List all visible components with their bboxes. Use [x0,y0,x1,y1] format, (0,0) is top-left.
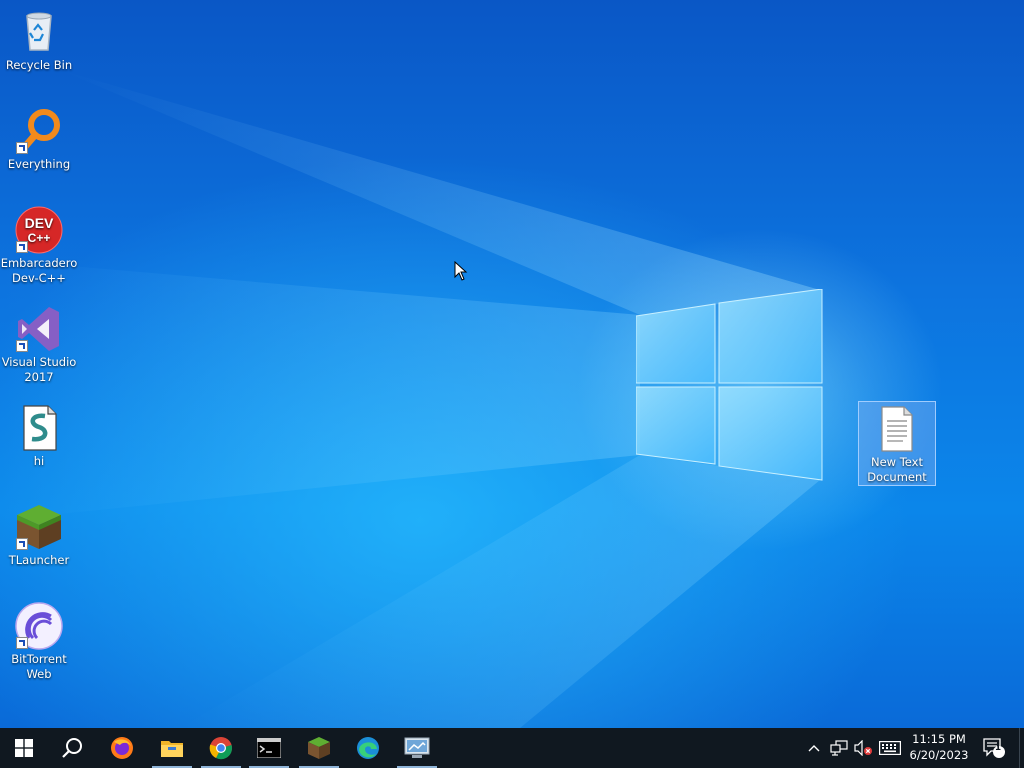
dev-cpp-icon: DEV C++ [15,206,63,254]
windows-logo-wallpaper [636,289,823,481]
taskbar-firefox[interactable] [98,728,146,768]
start-button[interactable] [0,728,48,768]
desktop-icon-label: BitTorrent Web [11,652,67,681]
search-button[interactable] [48,728,96,768]
network-button[interactable] [828,728,850,768]
taskbar-minecraft[interactable] [295,728,343,768]
taskbar: 11:15 PM 6/20/2023 1 [0,728,1024,768]
action-center-button[interactable]: 1 [978,728,1010,768]
desktop-icon-label: Everything [7,157,71,171]
notification-count-badge: 1 [994,743,1002,753]
desktop-icon-tlauncher[interactable]: TLauncher [0,503,78,568]
shortcut-arrow-icon [16,538,28,550]
show-desktop-button[interactable] [1019,728,1024,768]
terminal-icon [257,738,281,758]
edge-icon [357,737,379,759]
taskbar-edge[interactable] [344,728,392,768]
search-icon [62,738,82,758]
volume-button[interactable] [852,728,874,768]
desktop-icon-dev-cpp[interactable]: DEV C++ Embarcadero Dev-C++ [0,206,78,286]
text-document-icon [873,405,921,453]
dev-cpp-badge-top: DEV [25,215,54,231]
desktop-icon-label: TLauncher [8,553,70,567]
wallpaper-light-beams [0,70,820,728]
bittorrent-icon [15,602,63,650]
touch-keyboard-button[interactable] [877,728,903,768]
everything-search-icon [15,107,63,155]
taskbar-chrome[interactable] [197,728,245,768]
clock[interactable]: 11:15 PM 6/20/2023 [906,731,972,763]
shortcut-arrow-icon [16,637,28,649]
recycle-bin-icon [15,8,63,56]
chevron-up-icon [808,745,820,752]
taskbar-remote-desktop[interactable] [393,728,441,768]
desktop-icon-everything[interactable]: Everything [0,107,78,172]
desktop-icon-recycle-bin[interactable]: Recycle Bin [0,8,78,73]
keyboard-icon [879,741,901,755]
desktop-icon-label: Visual Studio 2017 [1,355,77,384]
file-explorer-icon [161,741,183,757]
clock-date: 6/20/2023 [909,748,969,762]
desktop-icon-new-text-document[interactable]: New Text Document [858,401,936,486]
desktop-icon-hi-file[interactable]: hi [0,404,78,469]
desktop-icon-visual-studio[interactable]: Visual Studio 2017 [0,305,78,385]
volume-muted-icon [854,740,872,756]
network-icon [830,740,848,756]
mouse-pointer-icon [454,261,468,281]
dev-cpp-badge-bottom: C++ [28,231,51,245]
shortcut-arrow-icon [16,142,28,154]
minecraft-icon [308,737,330,759]
desktop-icon-label: Recycle Bin [5,58,73,72]
chrome-icon [209,737,232,760]
tlauncher-icon [15,503,63,551]
script-file-icon [15,404,63,452]
desktop-icon-label: New Text Document [867,455,927,484]
taskbar-terminal[interactable] [245,728,293,768]
desktop[interactable]: Recycle Bin Everything DEV C++ Embarcade… [0,0,1024,728]
desktop-icon-label: Embarcadero Dev-C++ [0,256,78,285]
visual-studio-icon [15,305,63,353]
show-hidden-icons-button[interactable] [804,728,824,768]
desktop-icon-label: hi [33,454,45,468]
taskbar-file-explorer[interactable] [148,728,196,768]
remote-desktop-icon [404,737,430,758]
clock-time: 11:15 PM [912,732,966,746]
shortcut-arrow-icon [16,241,28,253]
desktop-icon-bittorrent-web[interactable]: BitTorrent Web [0,602,78,682]
firefox-icon [111,737,133,759]
shortcut-arrow-icon [16,340,28,352]
windows-start-icon [15,739,33,757]
